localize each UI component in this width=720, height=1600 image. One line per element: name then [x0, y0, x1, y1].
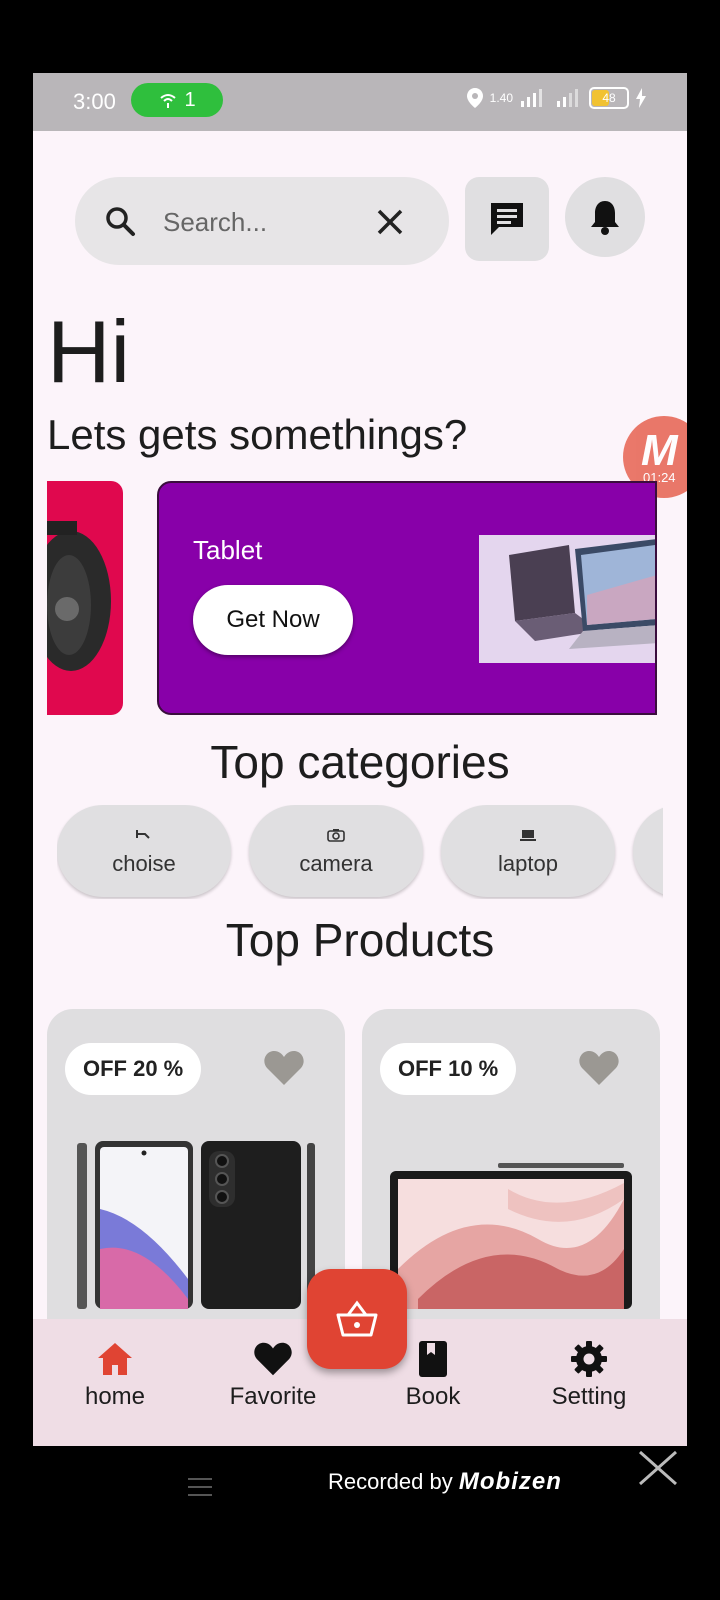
banner-tablet[interactable]: Tablet Get Now: [157, 481, 657, 715]
heart-icon: [254, 1342, 292, 1376]
menu-icon[interactable]: [186, 1476, 214, 1498]
discount-badge: OFF 10 %: [380, 1043, 517, 1095]
hotspot-pill: 1: [131, 83, 223, 117]
recorder-watermark: Recorded by Mobizen: [328, 1468, 562, 1496]
heart-icon[interactable]: [263, 1049, 305, 1087]
banner-laptop-image: [479, 535, 655, 663]
gear-icon: [571, 1341, 607, 1377]
hotspot-icon: [160, 94, 177, 108]
signal-icon: [521, 89, 542, 107]
banner-label: Tablet: [193, 535, 263, 565]
category-chip-more[interactable]: [633, 805, 663, 897]
nav-label: Setting: [551, 1383, 627, 1410]
charging-icon: [636, 88, 646, 108]
watermark-prefix: Recorded by: [328, 1469, 453, 1494]
nav-label: Book: [405, 1383, 461, 1410]
category-label: choise: [112, 851, 176, 876]
banner-previous[interactable]: [47, 481, 123, 715]
category-chip-choise[interactable]: choise: [57, 805, 231, 897]
tablet-image: [390, 1163, 632, 1309]
nav-setting[interactable]: Setting: [529, 1339, 649, 1411]
home-icon: [98, 1343, 132, 1375]
status-icons: 1.40 48: [466, 87, 647, 109]
greeting-subtitle: Lets gets somethings?: [47, 411, 468, 458]
category-chip-camera[interactable]: camera: [249, 805, 423, 897]
recorder-logo: M: [641, 426, 678, 475]
get-now-button[interactable]: Get Now: [193, 585, 353, 655]
messages-button[interactable]: [465, 177, 549, 261]
search-icon[interactable]: [103, 204, 137, 238]
hotspot-count: 1: [184, 88, 196, 111]
category-label: laptop: [498, 851, 558, 876]
products-title: Top Products: [225, 914, 495, 966]
basket-icon: [336, 1300, 378, 1337]
category-label: camera: [299, 851, 373, 876]
choice-icon: [136, 830, 150, 839]
nav-label: Favorite: [229, 1383, 317, 1410]
categories-list: choise camera laptop: [57, 805, 663, 899]
search-input[interactable]: [161, 201, 375, 243]
watermark-brand: Mobizen: [458, 1468, 562, 1495]
phone-image: [77, 1141, 315, 1309]
greeting-title: Hi: [47, 302, 131, 401]
status-time: 3:00: [73, 89, 116, 114]
signal-2-icon: [557, 89, 578, 107]
app-screen: 3:00 1 1.40 48 Hi Lets gets somethings? …: [33, 73, 687, 1446]
laptop-icon: [520, 830, 536, 841]
system-navigation-bar: Recorded by Mobizen: [0, 1446, 720, 1600]
cart-fab-button[interactable]: [307, 1269, 407, 1369]
notifications-button[interactable]: [565, 177, 645, 257]
nav-home[interactable]: home: [55, 1339, 175, 1411]
chat-icon: [491, 203, 523, 235]
close-icon[interactable]: [634, 1446, 682, 1490]
categories-title: Top categories: [210, 736, 510, 788]
network-speed: 1.40: [489, 91, 513, 105]
search-bar: [75, 177, 449, 265]
category-chip-laptop[interactable]: laptop: [441, 805, 615, 897]
bell-icon: [591, 201, 619, 235]
heart-icon[interactable]: [578, 1049, 620, 1087]
location-icon: [466, 88, 483, 108]
nav-label: home: [84, 1383, 146, 1410]
camera-icon: [327, 829, 345, 842]
battery-icon: 48: [589, 87, 629, 109]
book-icon: [419, 1341, 447, 1377]
discount-badge: OFF 20 %: [65, 1043, 202, 1095]
headphones-image: [47, 521, 111, 671]
status-bar: 3:00 1 1.40 48: [33, 73, 687, 131]
close-icon[interactable]: [373, 205, 407, 239]
